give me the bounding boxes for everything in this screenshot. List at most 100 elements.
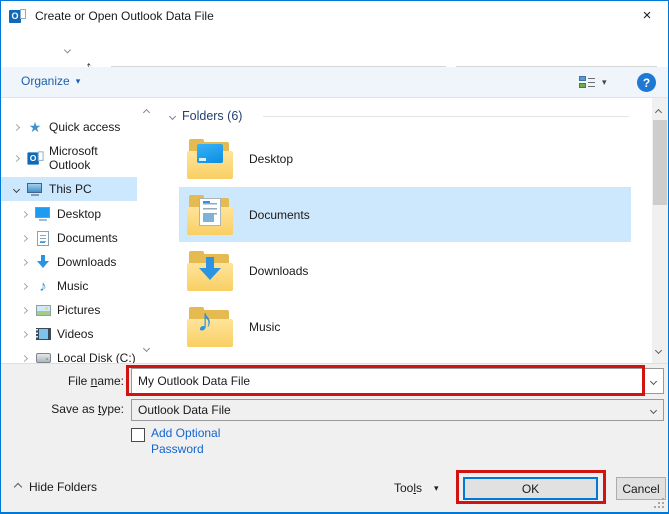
chevron-down-icon (64, 46, 71, 53)
folder-label: Music (249, 320, 280, 334)
chevron-down-icon: ▾ (602, 77, 607, 88)
save-as-type-label: Save as type: (19, 402, 124, 416)
close-icon: × (643, 7, 652, 24)
chevron-right-icon[interactable] (19, 284, 29, 289)
scroll-down-icon[interactable] (144, 340, 149, 354)
help-icon: ? (643, 76, 650, 90)
save-as-type-combobox[interactable]: Outlook Data File (131, 399, 664, 421)
file-list-scrollbar[interactable] (652, 98, 668, 364)
views-icon (579, 75, 595, 89)
sidebar-item-label: Desktop (57, 207, 101, 221)
sidebar-item-local-disk[interactable]: Local Disk (C:) (1, 346, 137, 364)
documents-folder-icon (187, 195, 233, 235)
sidebar-item-label: Pictures (57, 303, 100, 317)
sidebar-item-label: Quick access (49, 120, 120, 134)
outlook-icon: O (26, 150, 44, 166)
dialog-window: O Create or Open Outlook Data File × ← →… (0, 0, 669, 514)
downloads-folder-icon (187, 251, 233, 291)
chevron-down-icon[interactable] (11, 187, 21, 192)
chevron-right-icon[interactable] (19, 356, 29, 361)
folder-item-downloads[interactable]: Downloads (179, 243, 631, 298)
scrollbar-thumb[interactable] (653, 120, 667, 205)
sidebar-item-label: Music (57, 279, 88, 293)
window-title: Create or Open Outlook Data File (35, 9, 214, 23)
sidebar-item-pictures[interactable]: Pictures (1, 298, 137, 322)
folder-label: Desktop (249, 152, 293, 166)
sidebar-item-quick-access[interactable]: ★ Quick access (1, 115, 137, 139)
chevron-right-icon[interactable] (19, 236, 29, 241)
hide-folders-button[interactable]: Hide Folders (15, 480, 97, 494)
sidebar-item-downloads[interactable]: Downloads (1, 250, 137, 274)
bottom-panel: File name: Save as type: Outlook Data Fi… (1, 363, 668, 512)
group-header-label: Folders (6) (182, 109, 242, 123)
save-as-type-value: Outlook Data File (132, 403, 643, 417)
close-button[interactable]: × (626, 1, 668, 30)
navigation-pane: ★ Quick access O Microsoft Outlook This … (1, 98, 159, 364)
chevron-right-icon[interactable] (19, 212, 29, 217)
chevron-right-icon[interactable] (11, 125, 21, 130)
add-password-label[interactable]: Add Optional Password (151, 425, 241, 457)
save-as-type-dropdown-button[interactable] (643, 400, 663, 420)
chevron-down-icon (649, 406, 656, 413)
title-bar: O Create or Open Outlook Data File × (1, 1, 668, 31)
folder-item-music[interactable]: ♪ Music (179, 299, 631, 354)
tools-button[interactable]: Tools ▾ (394, 481, 439, 495)
ok-button[interactable]: OK (463, 477, 598, 500)
document-icon (34, 230, 52, 246)
videos-icon (34, 326, 52, 342)
sidebar-item-desktop[interactable]: Desktop (1, 202, 137, 226)
sidebar-item-label: Microsoft Outlook (49, 144, 137, 172)
sidebar-item-label: This PC (49, 182, 92, 196)
command-toolbar: Organize ▾ ▾ ? (1, 67, 668, 98)
scroll-up-icon[interactable] (656, 104, 661, 118)
chevron-down-icon (650, 377, 657, 384)
scroll-up-icon[interactable] (144, 104, 149, 118)
chevron-right-icon[interactable] (19, 308, 29, 313)
content-area: ★ Quick access O Microsoft Outlook This … (1, 98, 668, 364)
sidebar-item-label: Documents (57, 231, 118, 245)
folder-label: Documents (249, 208, 310, 222)
download-icon (34, 254, 52, 270)
folder-item-desktop[interactable]: Desktop (179, 131, 631, 186)
group-divider (263, 116, 629, 117)
chevron-right-icon[interactable] (19, 260, 29, 265)
views-button[interactable]: ▾ (579, 75, 607, 89)
pictures-icon (34, 302, 52, 318)
organize-button[interactable]: Organize ▾ (21, 74, 80, 88)
chevron-down-icon: ▾ (434, 483, 439, 494)
music-note-icon: ♪ (34, 278, 52, 294)
desktop-folder-icon (187, 139, 233, 179)
hide-folders-label: Hide Folders (29, 480, 97, 494)
computer-icon (26, 181, 44, 197)
outlook-icon: O (9, 9, 26, 24)
chevron-right-icon[interactable] (19, 332, 29, 337)
resize-grip[interactable] (652, 496, 664, 508)
desktop-icon (34, 206, 52, 222)
sidebar-item-videos[interactable]: Videos (1, 322, 137, 346)
file-name-dropdown-button[interactable] (643, 369, 663, 393)
folder-item-documents[interactable]: Documents (179, 187, 631, 242)
file-name-input[interactable] (132, 374, 643, 388)
sidebar-scrollbar[interactable] (140, 98, 156, 364)
sidebar-item-music[interactable]: ♪ Music (1, 274, 137, 298)
sidebar-item-this-pc[interactable]: This PC (1, 177, 137, 201)
history-dropdown-button[interactable] (65, 41, 70, 56)
navigation-bar: ← → ↑ › This PC ↻ (1, 31, 668, 67)
collapse-group-icon[interactable] (169, 112, 176, 119)
sidebar-item-microsoft-outlook[interactable]: O Microsoft Outlook (1, 146, 137, 170)
scroll-down-icon[interactable] (656, 342, 661, 356)
sidebar-item-documents[interactable]: Documents (1, 226, 137, 250)
drive-icon (34, 350, 52, 364)
sidebar-item-label: Videos (57, 327, 93, 341)
music-folder-icon: ♪ (187, 307, 233, 347)
file-name-combobox (131, 368, 664, 394)
file-name-label: File name: (19, 374, 124, 388)
help-button[interactable]: ? (637, 73, 656, 92)
chevron-right-icon[interactable] (11, 156, 21, 161)
add-password-checkbox[interactable] (131, 428, 145, 442)
folder-label: Downloads (249, 264, 308, 278)
star-icon: ★ (26, 119, 44, 135)
folders-group-header[interactable]: Folders (6) (170, 107, 242, 125)
chevron-up-icon (14, 483, 22, 491)
tools-label: Tools (394, 481, 422, 495)
